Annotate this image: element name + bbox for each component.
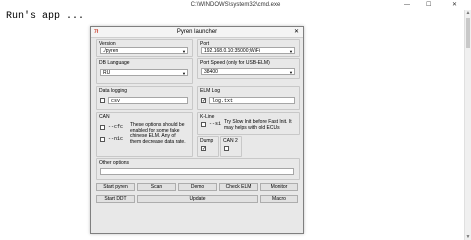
can2-checkbox[interactable]	[224, 146, 229, 151]
si-checkbox[interactable]	[201, 122, 206, 127]
scroll-up-icon[interactable]: ▲	[465, 10, 471, 16]
dump-label: Dump	[200, 138, 214, 144]
port-speed-group: Port Speed (only for USB-ELM) 38400 ▼	[197, 58, 300, 79]
port-speed-label: Port Speed (only for USB-ELM)	[200, 60, 270, 66]
check-elm-button[interactable]: Check ELM	[219, 183, 258, 191]
macro-button[interactable]: Macro	[260, 195, 298, 203]
data-logging-label: Data logging	[99, 88, 128, 94]
console-scrollbar[interactable]: ▲ ▼	[464, 10, 471, 240]
other-options-field[interactable]	[100, 168, 294, 175]
kline-note: Try Slow Init before Fast Init. It may h…	[224, 119, 292, 131]
dialog-title: Pyren launcher	[176, 29, 218, 35]
update-button[interactable]: Update	[137, 195, 258, 203]
port-group: Port 192.168.0.10:35000;WiFi ▼	[197, 39, 300, 57]
cmd-window-title: C:\WINDOWS\system32\cmd.exe	[190, 2, 281, 8]
can2-group: CAN 2	[220, 136, 242, 157]
chevron-down-icon: ▼	[289, 49, 293, 54]
cfc-option-label: --cfc	[108, 124, 124, 130]
version-select[interactable]: ./pyren ▼	[100, 47, 188, 54]
n1c-checkbox[interactable]	[100, 137, 105, 142]
db-language-value: RU	[103, 70, 111, 76]
minimize-icon[interactable]: —	[404, 0, 410, 10]
n1c-option-label: --n1c	[108, 136, 124, 142]
dialog-title-bar: 7ł Pyren launcher ✕	[91, 27, 303, 38]
other-options-label: Other options	[99, 160, 130, 166]
chevron-down-icon: ▼	[289, 70, 293, 75]
db-language-label: DB Language	[99, 60, 130, 66]
data-logging-group: Data logging csv	[96, 86, 193, 110]
si-option-label: --si	[209, 121, 222, 127]
db-language-select[interactable]: RU ▼	[100, 69, 188, 76]
pyren-launcher-dialog: 7ł Pyren launcher ✕ Version ./pyren ▼ Po…	[90, 26, 304, 234]
data-logging-field[interactable]: csv	[108, 97, 188, 104]
kline-label: K-Line	[200, 114, 215, 120]
version-group: Version ./pyren ▼	[96, 39, 193, 57]
port-select[interactable]: 192.168.0.10:35000;WiFi ▼	[201, 47, 295, 54]
scroll-down-icon[interactable]: ▼	[465, 234, 471, 240]
version-value: ./pyren	[103, 48, 119, 54]
elm-log-checkbox[interactable]: ✓	[201, 98, 206, 104]
monitor-button[interactable]: Monitor	[260, 183, 298, 191]
can2-label: CAN 2	[223, 138, 238, 144]
scan-button[interactable]: Scan	[137, 183, 176, 191]
data-logging-checkbox[interactable]	[100, 98, 105, 103]
elm-log-label: ELM Log	[200, 88, 221, 94]
elm-log-value: log.txt	[212, 98, 234, 104]
elm-log-field[interactable]: log.txt	[209, 97, 295, 104]
scrollbar-thumb[interactable]	[466, 18, 470, 48]
close-icon[interactable]: ✕	[452, 0, 457, 10]
can-label: CAN	[99, 114, 110, 120]
console-output: Run's app ...	[6, 11, 85, 22]
elm-log-group: ELM Log ✓ log.txt	[197, 86, 300, 110]
kline-group: K-Line --si Try Slow Init before Fast In…	[197, 112, 300, 135]
data-logging-value: csv	[111, 98, 121, 104]
start-ddt-button[interactable]: Start DDT	[96, 195, 135, 203]
chevron-down-icon: ▼	[182, 71, 186, 76]
cfc-checkbox[interactable]	[100, 125, 105, 130]
chevron-down-icon: ▼	[182, 49, 186, 54]
dump-group: Dump ✓	[197, 136, 219, 157]
port-speed-select[interactable]: 38400 ▼	[201, 68, 295, 75]
start-pyren-button[interactable]: Start pyren	[96, 183, 135, 191]
dump-checkbox[interactable]: ✓	[201, 146, 206, 152]
demo-button[interactable]: Demo	[178, 183, 217, 191]
db-language-group: DB Language RU ▼	[96, 58, 193, 84]
port-value: 192.168.0.10:35000;WiFi	[204, 48, 260, 54]
dialog-close-icon[interactable]: ✕	[294, 27, 299, 37]
port-speed-value: 38400	[204, 69, 218, 75]
can-note: These options should be enabled for some…	[130, 122, 186, 145]
other-options-group: Other options	[96, 158, 300, 180]
maximize-icon[interactable]: ☐	[426, 0, 431, 10]
can-group: CAN --cfc --n1c These options should be …	[96, 112, 193, 157]
